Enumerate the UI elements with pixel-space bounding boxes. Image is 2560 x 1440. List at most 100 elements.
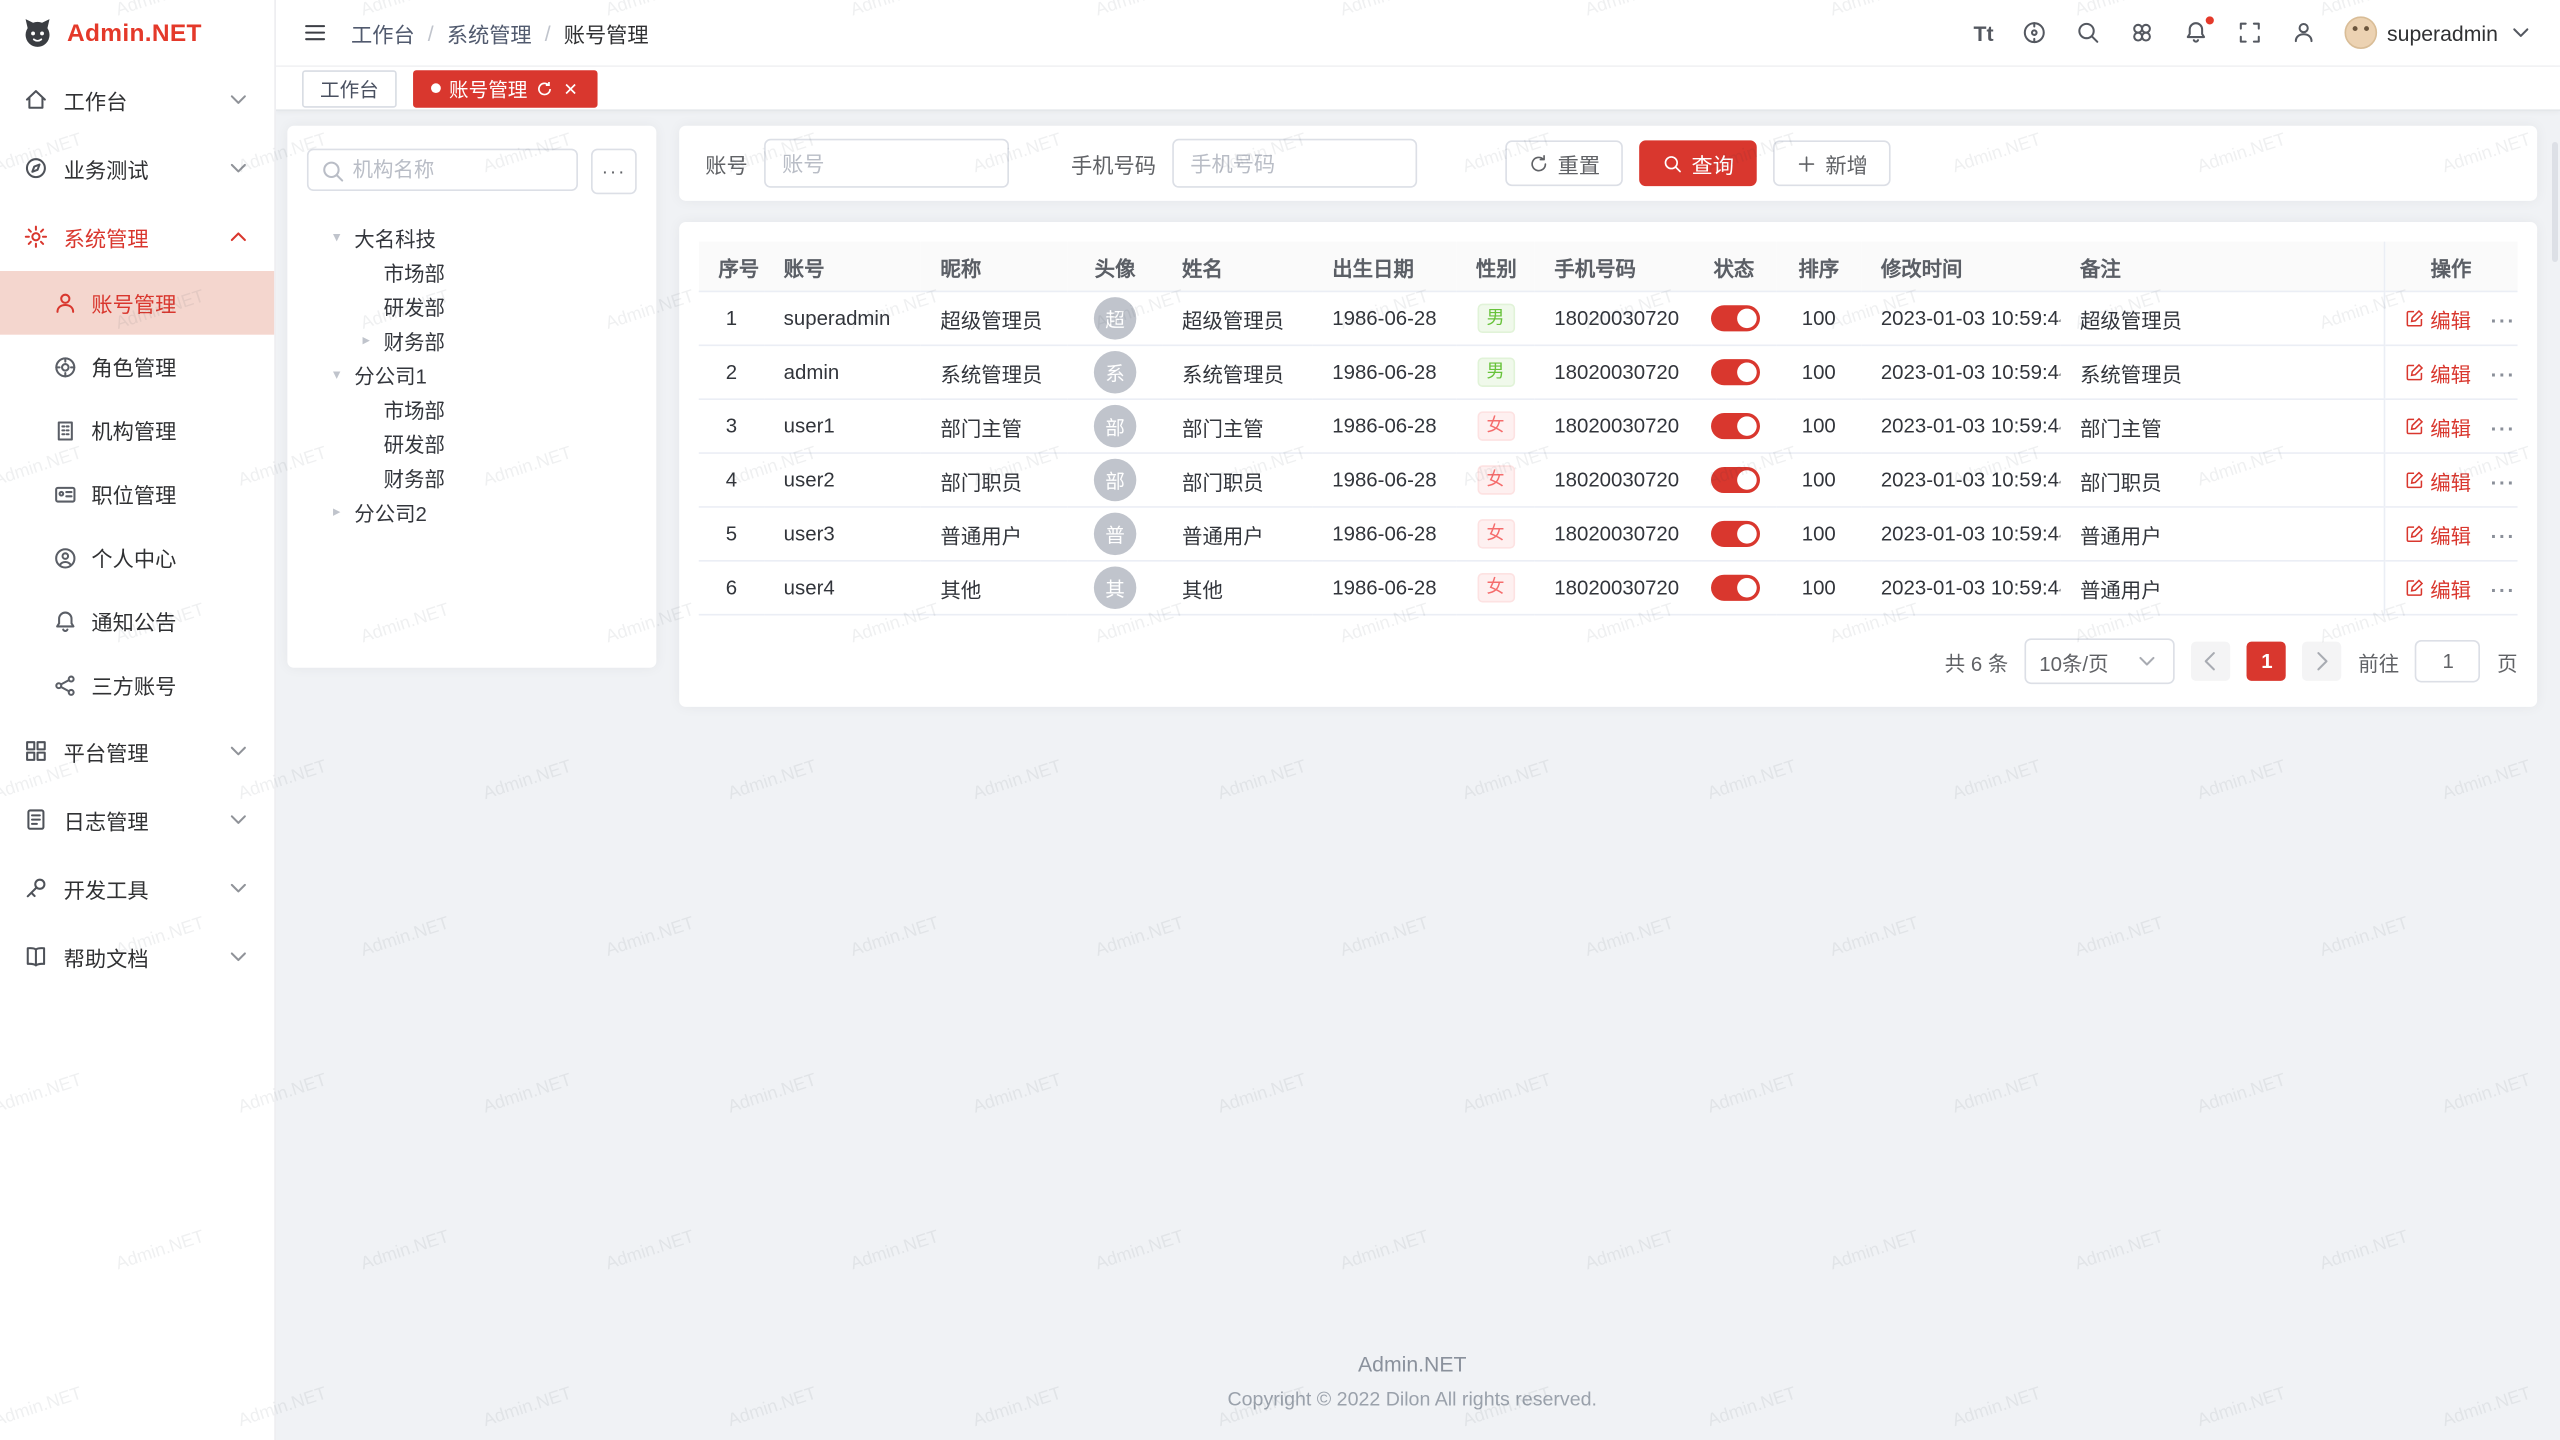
page-scrollbar[interactable] — [2552, 142, 2558, 262]
tab-workbench[interactable]: 工作台 — [302, 69, 397, 107]
logo-icon — [20, 15, 56, 51]
tab-refresh-icon[interactable] — [536, 79, 554, 97]
phone-input[interactable] — [1172, 139, 1417, 188]
row-more-button[interactable]: ··· — [2491, 418, 2516, 441]
edit-button[interactable]: 编辑 — [2404, 464, 2471, 495]
edit-button[interactable]: 编辑 — [2404, 411, 2471, 442]
gender-tag: 女 — [1477, 573, 1515, 602]
footer-app-name: Admin.NET — [287, 1352, 2537, 1376]
sidebar-item-platform-management[interactable]: 平台管理 — [0, 717, 274, 786]
row-more-button[interactable]: ··· — [2491, 310, 2516, 333]
sidebar-item-org-management[interactable]: 机构管理 — [0, 398, 274, 462]
app-logo[interactable]: Admin.NET — [0, 0, 274, 65]
status-toggle[interactable] — [1711, 575, 1760, 601]
sidebar-item-account-management[interactable]: 账号管理 — [0, 271, 274, 335]
tree-node[interactable]: 分公司1 — [307, 358, 637, 392]
status-toggle[interactable] — [1711, 305, 1760, 331]
search-icon — [320, 158, 346, 184]
book-icon — [23, 944, 49, 970]
tab-close-icon[interactable] — [562, 79, 580, 97]
sidebar-item-log-management[interactable]: 日志管理 — [0, 785, 274, 854]
tab-active-dot-icon — [431, 83, 441, 93]
org-tree: 大名科技 市场部 研发部 财务部 分公司1 市场部 研发部 财务部 分公司2 — [307, 220, 637, 529]
page-size-select[interactable]: 10条/页 — [2025, 638, 2176, 684]
avatar — [2345, 16, 2378, 49]
tree-node[interactable]: 市场部 — [307, 392, 637, 426]
chevron-down-icon — [225, 875, 251, 901]
theme-button[interactable] — [2129, 20, 2155, 46]
reset-button[interactable]: 重置 — [1505, 140, 1623, 186]
edit-button[interactable]: 编辑 — [2404, 518, 2471, 549]
chevron-down-icon — [225, 155, 251, 181]
prev-page-button[interactable] — [2192, 642, 2231, 681]
edit-button[interactable]: 编辑 — [2404, 357, 2471, 388]
user-menu[interactable]: superadmin — [2345, 16, 2534, 49]
sidebar-item-third-party-account[interactable]: 三方账号 — [0, 653, 274, 717]
breadcrumb: 工作台 / 系统管理 / 账号管理 — [351, 17, 649, 48]
bell-icon — [52, 608, 78, 634]
status-toggle[interactable] — [1711, 359, 1760, 385]
breadcrumb-item[interactable]: 系统管理 — [447, 17, 532, 48]
tab-bar: 工作台 账号管理 — [276, 67, 2560, 111]
tree-node[interactable]: 分公司2 — [307, 495, 637, 529]
row-more-button[interactable]: ··· — [2491, 580, 2516, 603]
menu-collapse-button[interactable] — [302, 20, 328, 46]
sidebar-item-personal-center[interactable]: 个人中心 — [0, 526, 274, 590]
tree-node[interactable]: 市场部 — [307, 255, 637, 289]
status-toggle[interactable] — [1711, 467, 1760, 493]
edit-button[interactable]: 编辑 — [2404, 303, 2471, 334]
page-number-current[interactable]: 1 — [2247, 642, 2286, 681]
status-toggle[interactable] — [1711, 521, 1760, 547]
search-button-query[interactable]: 查询 — [1639, 140, 1757, 186]
row-avatar: 超 — [1094, 297, 1136, 339]
goto-label: 前往 — [2358, 646, 2399, 677]
edit-button[interactable]: 编辑 — [2404, 572, 2471, 603]
phone-label: 手机号码 — [1071, 148, 1156, 179]
tree-node[interactable]: 财务部 — [307, 460, 637, 494]
user-icon — [52, 290, 78, 316]
profile-button[interactable] — [2291, 20, 2317, 46]
org-search-input[interactable] — [307, 149, 578, 191]
next-page-button[interactable] — [2303, 642, 2342, 681]
font-size-button[interactable]: Tt — [1974, 20, 1994, 44]
sidebar-item-business-test[interactable]: 业务测试 — [0, 134, 274, 203]
search-button[interactable] — [2075, 20, 2101, 46]
top-header: 工作台 / 系统管理 / 账号管理 Tt — [276, 0, 2560, 67]
sidebar-item-dev-tools[interactable]: 开发工具 — [0, 854, 274, 923]
add-button[interactable]: 新增 — [1773, 140, 1891, 186]
table-row: 5 user3 普通用户 普 普通用户 1986-06-28 女 1802003… — [699, 507, 2518, 561]
pagination-total: 共 6 条 — [1945, 646, 2009, 677]
row-more-button[interactable]: ··· — [2491, 526, 2516, 549]
tree-node[interactable]: 研发部 — [307, 289, 637, 323]
tree-node[interactable]: 研发部 — [307, 426, 637, 460]
caret-down-icon[interactable] — [333, 229, 354, 247]
accounts-table-panel: 序号 账号 昵称 头像 姓名 出生日期 性别 手机号码 状态 排序 — [679, 222, 2537, 707]
accounts-table: 序号 账号 昵称 头像 姓名 出生日期 性别 手机号码 状态 排序 — [699, 242, 2518, 616]
tree-node[interactable]: 大名科技 — [307, 220, 637, 254]
sidebar-item-system-management[interactable]: 系统管理 — [0, 202, 274, 271]
sidebar-item-role-management[interactable]: 角色管理 — [0, 335, 274, 399]
tree-node[interactable]: 财务部 — [307, 323, 637, 357]
breadcrumb-item[interactable]: 工作台 — [351, 17, 415, 48]
caret-right-icon[interactable] — [333, 503, 354, 521]
fullscreen-button[interactable] — [2237, 20, 2263, 46]
gender-tag: 女 — [1477, 465, 1515, 494]
notification-button[interactable] — [2183, 20, 2209, 46]
sidebar-item-notice[interactable]: 通知公告 — [0, 589, 274, 653]
tab-account-management[interactable]: 账号管理 — [413, 69, 598, 107]
gender-tag: 男 — [1477, 304, 1515, 333]
row-more-button[interactable]: ··· — [2491, 364, 2516, 387]
sidebar-item-position-management[interactable]: 职位管理 — [0, 462, 274, 526]
sidebar-item-help-docs[interactable]: 帮助文档 — [0, 922, 274, 991]
caret-right-icon[interactable] — [362, 331, 383, 349]
account-input[interactable] — [764, 139, 1009, 188]
sidebar-item-workbench[interactable]: 工作台 — [0, 65, 274, 134]
caret-down-icon[interactable] — [333, 366, 354, 384]
status-toggle[interactable] — [1711, 413, 1760, 439]
goto-page-input[interactable] — [2415, 640, 2480, 682]
guide-button[interactable] — [2021, 20, 2047, 46]
row-more-button[interactable]: ··· — [2491, 472, 2516, 495]
row-avatar: 部 — [1094, 405, 1136, 447]
tree-more-button[interactable]: ··· — [591, 149, 637, 195]
row-avatar: 普 — [1094, 513, 1136, 555]
